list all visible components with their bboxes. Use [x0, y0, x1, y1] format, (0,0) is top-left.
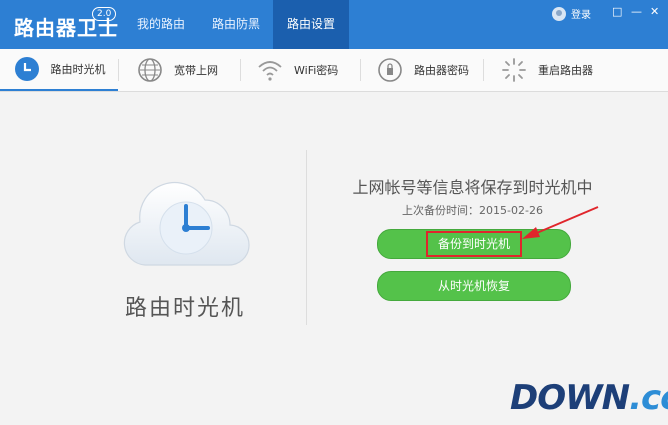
avatar [552, 6, 566, 21]
tab-router-settings[interactable]: 路由设置 [273, 0, 349, 49]
subnav-broadband[interactable]: 宽带上网 [136, 49, 218, 91]
wifi-icon [256, 56, 284, 84]
clock-cloud-icon [13, 55, 41, 83]
maximize-icon[interactable]: □ [612, 5, 622, 18]
version-badge: 2.0 [92, 7, 117, 21]
subnav-label: 路由时光机 [50, 63, 106, 76]
login-label: 登录 [571, 10, 591, 21]
tab-my-router[interactable]: 我的路由 [122, 0, 200, 49]
restore-button[interactable]: 从时光机恢复 [377, 271, 571, 301]
subnav-label: 重启路由器 [538, 64, 593, 77]
minimize-icon[interactable]: — [631, 5, 642, 18]
title-bar: 路由器卫士 2.0 我的路由 路由防黑 路由设置 登录 □ — ✕ [0, 0, 668, 49]
close-icon[interactable]: ✕ [650, 5, 659, 18]
subnav-router-password[interactable]: 路由器密码 [376, 49, 469, 91]
time-machine-icon [120, 170, 250, 279]
backup-button-label: 备份到时光机 [425, 231, 522, 257]
subnav-wifi-password[interactable]: WiFi密码 [256, 49, 338, 91]
tab-router-antihack[interactable]: 路由防黑 [200, 0, 272, 49]
feature-title: 路由时光机 [124, 296, 245, 321]
globe-icon [136, 56, 164, 84]
info-text: 上网帐号等信息将保存到时光机中 [352, 178, 593, 197]
subnav-label: WiFi密码 [294, 64, 339, 77]
restart-icon [500, 56, 528, 84]
lock-icon [376, 56, 404, 84]
login-button[interactable]: 登录 [552, 6, 591, 21]
subnav-restart-router[interactable]: 重启路由器 [500, 49, 593, 91]
subnav-time-machine[interactable]: 路由时光机 [0, 49, 118, 91]
annotation-arrow-icon [522, 206, 599, 239]
watermark: DOWN.cc [510, 378, 668, 418]
subnav-label: 宽带上网 [174, 64, 218, 77]
subnav-label: 路由器密码 [414, 64, 469, 77]
sub-nav: 路由时光机 宽带上网 WiFi密码 路由器密码 重启路由器 [0, 49, 668, 92]
